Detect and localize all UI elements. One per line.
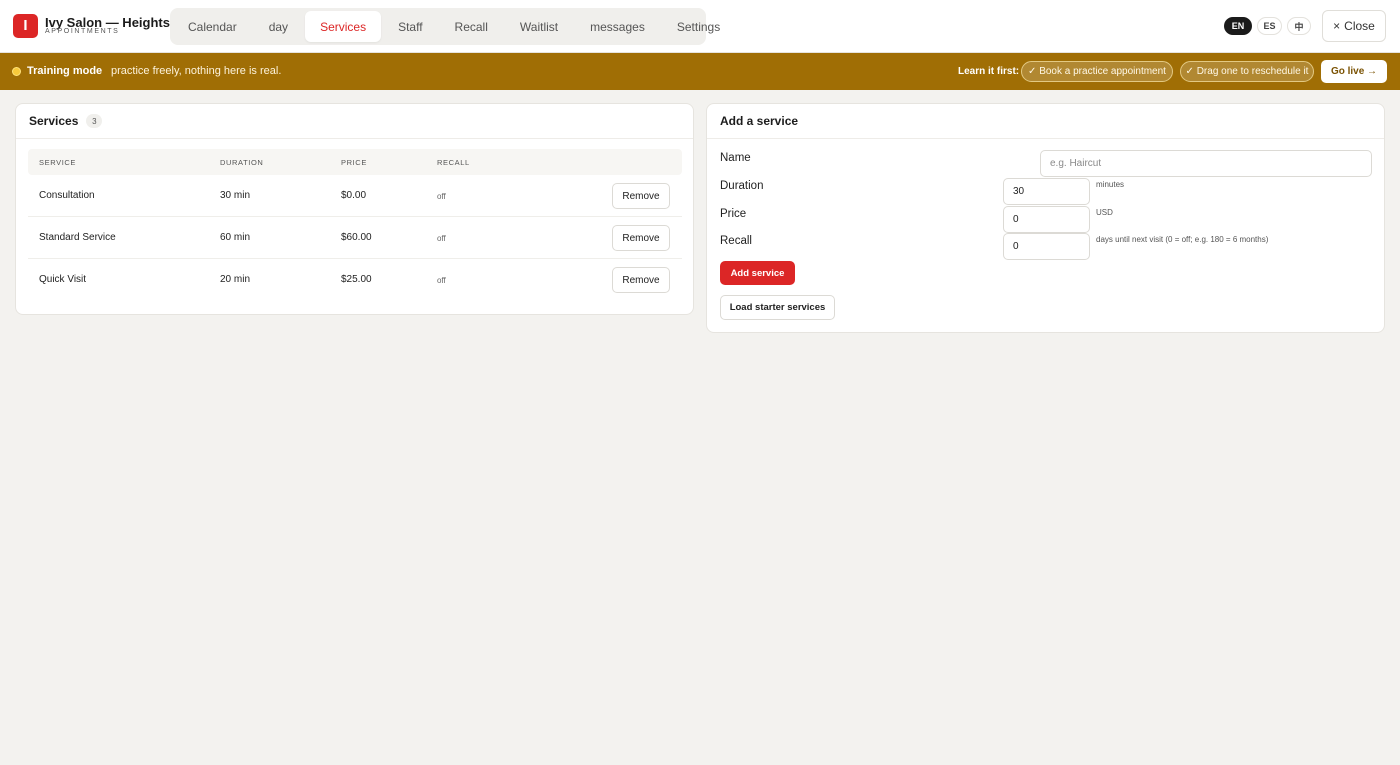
tab-waitlist[interactable]: Waitlist xyxy=(505,11,573,42)
service-price: $25.00 xyxy=(341,274,372,285)
service-name: Standard Service xyxy=(39,232,116,243)
add-service-card-header: Add a service xyxy=(707,104,1384,139)
tab-settings[interactable]: Settings xyxy=(662,11,735,42)
service-recall: off xyxy=(437,234,446,243)
top-header: I Ivy Salon — Heights APPOINTMENTS Calen… xyxy=(0,0,1400,53)
table-header: SERVICE DURATION PRICE RECALL xyxy=(28,149,682,175)
language-zh-button[interactable]: 中 xyxy=(1287,17,1311,35)
training-banner: Training mode practice freely, nothing h… xyxy=(0,53,1400,90)
tab-services[interactable]: Services xyxy=(305,11,382,42)
tab-recall[interactable]: Recall xyxy=(440,11,503,42)
app-logo: I xyxy=(13,14,38,38)
table-row: Consultation 30 min $0.00 off Remove xyxy=(28,175,682,217)
remove-service-button[interactable]: Remove xyxy=(612,267,670,293)
service-price: $0.00 xyxy=(341,190,367,201)
duration-label: Duration xyxy=(720,180,764,192)
price-label: Price xyxy=(720,208,747,220)
task-drag-reschedule[interactable]: ✓ Drag one to reschedule it xyxy=(1180,61,1314,82)
learn-it-first-label: Learn it first: xyxy=(958,66,1020,77)
column-header-service: SERVICE xyxy=(39,158,76,167)
services-count-badge: 3 xyxy=(86,114,103,128)
service-duration: 60 min xyxy=(220,232,251,243)
remove-service-button[interactable]: Remove xyxy=(612,183,670,209)
close-icon: × xyxy=(1333,19,1341,33)
price-hint: USD xyxy=(1096,208,1113,217)
service-recall: off xyxy=(437,192,446,201)
column-header-duration: DURATION xyxy=(220,158,264,167)
table-row: Standard Service 60 min $60.00 off Remov… xyxy=(28,217,682,259)
service-name: Quick Visit xyxy=(39,274,87,285)
column-header-price: PRICE xyxy=(341,158,367,167)
column-header-recall: RECALL xyxy=(437,158,470,167)
recall-hint: days until next visit (0 = off; e.g. 180… xyxy=(1096,235,1269,244)
language-es-button[interactable]: ES xyxy=(1257,17,1282,35)
tab-calendar[interactable]: Calendar xyxy=(173,11,252,42)
load-starter-services-button[interactable]: Load starter services xyxy=(720,295,835,320)
main-nav: Calendar day Services Staff Recall Waitl… xyxy=(170,8,720,45)
service-recall: off xyxy=(437,276,446,285)
go-live-button[interactable]: Go live → xyxy=(1321,60,1387,83)
service-duration: 20 min xyxy=(220,274,251,285)
services-card: Services 3 SERVICE DURATION PRICE RECALL… xyxy=(15,103,694,315)
training-mode-message: practice freely, nothing here is real. xyxy=(111,65,282,77)
language-en-button[interactable]: EN xyxy=(1224,17,1252,35)
table-row: Quick Visit 20 min $25.00 off Remove xyxy=(28,259,682,301)
recall-input[interactable] xyxy=(1003,233,1090,260)
services-card-header: Services 3 xyxy=(16,104,693,139)
recall-label: Recall xyxy=(720,235,752,247)
training-indicator-icon xyxy=(12,67,21,76)
name-label: Name xyxy=(720,152,751,164)
remove-service-button[interactable]: Remove xyxy=(612,225,670,251)
service-name: Consultation xyxy=(39,190,95,201)
price-input[interactable] xyxy=(1003,206,1090,233)
services-title: Services xyxy=(29,114,79,128)
close-button[interactable]: × Close xyxy=(1322,10,1386,42)
close-label: Close xyxy=(1344,19,1375,33)
service-price: $60.00 xyxy=(341,232,372,243)
add-service-card: Add a service Name Duration minutes Pric… xyxy=(706,103,1385,333)
training-mode-title: Training mode xyxy=(27,65,103,77)
duration-hint: minutes xyxy=(1096,180,1125,189)
duration-input[interactable] xyxy=(1003,178,1090,205)
add-service-button[interactable]: Add service xyxy=(720,261,795,285)
add-service-title: Add a service xyxy=(720,114,799,128)
service-duration: 30 min xyxy=(220,190,251,201)
task-book-practice[interactable]: ✓ Book a practice appointment xyxy=(1021,61,1173,82)
service-name-input[interactable] xyxy=(1040,150,1372,177)
services-table: SERVICE DURATION PRICE RECALL Consultati… xyxy=(28,149,682,301)
tab-day[interactable]: day xyxy=(254,11,303,42)
app-subtitle: APPOINTMENTS xyxy=(45,28,120,35)
tab-staff[interactable]: Staff xyxy=(383,11,437,42)
tab-messages[interactable]: messages xyxy=(575,11,660,42)
